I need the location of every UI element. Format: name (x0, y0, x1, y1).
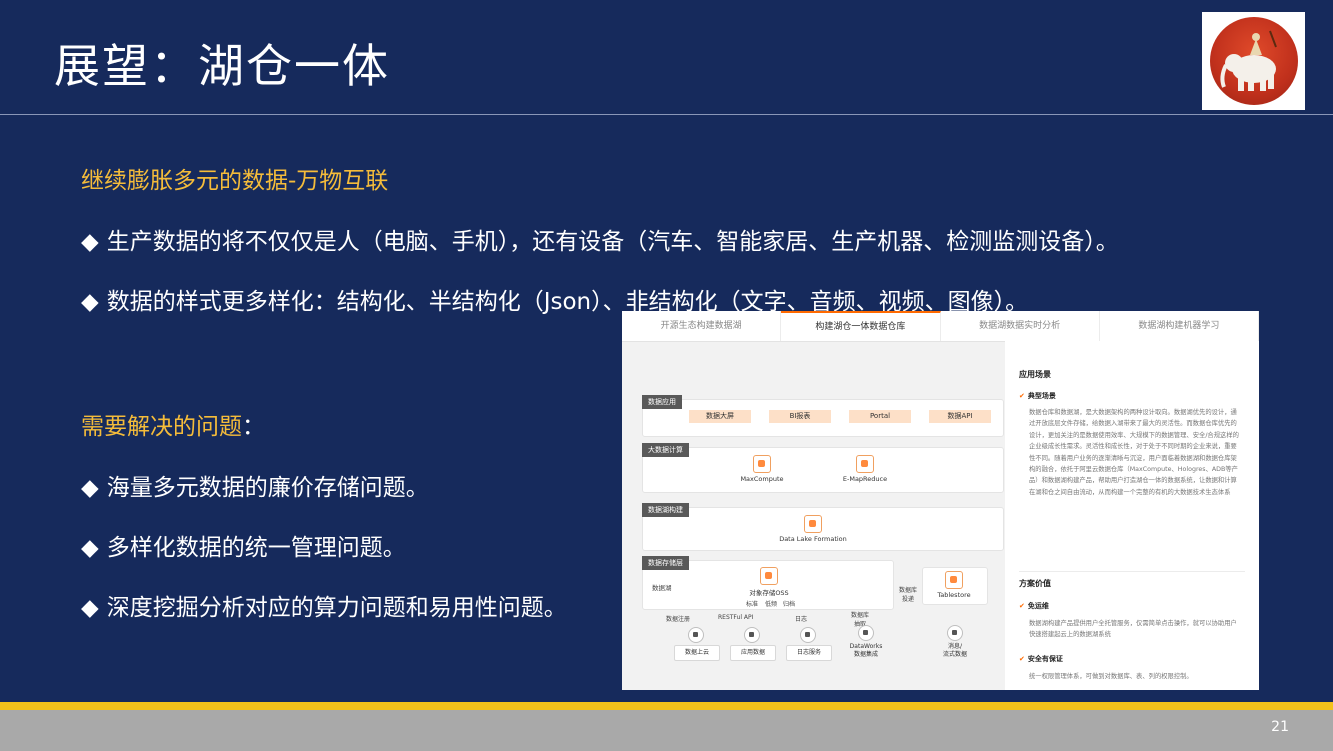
ingest-label: RESTFul API (718, 614, 754, 621)
subsection-title: ✔ 安全有保证 (1019, 654, 1063, 664)
node-label: E-MapReduce (842, 475, 888, 483)
heading-problems-text: 需要解决的问题 (81, 414, 242, 440)
diamond-bullet-icon: ◆ (81, 289, 99, 315)
node-label: Tablestore (937, 591, 971, 599)
slide-title: 展望：湖仓一体 (54, 39, 390, 93)
source-label: 日志服务 (786, 645, 832, 661)
layer-tag: 数据湖构建 (642, 503, 689, 517)
source-cloud-upload: 数据上云 (674, 627, 720, 661)
heading-data-growth: 继续膨胀多元的数据-万物互联 (81, 168, 389, 194)
bullet-text: 多样化数据的统一管理问题。 (106, 535, 406, 561)
database-icon (744, 627, 760, 643)
dlf-node: Data Lake Formation (772, 515, 854, 543)
title-divider (0, 114, 1333, 115)
source-log-service: 日志服务 (786, 627, 832, 661)
tab-lakehouse[interactable]: 构建湖仓一体数据仓库 (781, 311, 941, 341)
oss-icon (760, 567, 778, 585)
cloud-upload-icon (688, 627, 704, 643)
source-label: 应用数据 (730, 645, 776, 661)
node-label: Data Lake Formation (779, 535, 847, 543)
footer-accent-bar (0, 702, 1333, 710)
subsection-label: 典型场景 (1027, 392, 1056, 400)
architecture-diagram: 数据应用 数据大屏 BI报表 Portal 数据API 大数据计算 MaxCom… (632, 355, 1004, 685)
source-app-data: 应用数据 (730, 627, 776, 661)
logo (1202, 12, 1305, 110)
section-title: 方案价值 (1019, 579, 1051, 588)
bullet-item: ◆ 生产数据的将不仅仅是人（电脑、手机），还有设备（汽车、智能家居、生产机器、检测… (81, 222, 1119, 256)
source-label: 消息/ 流式数据 (942, 643, 967, 658)
tablestore-node: Tablestore (924, 571, 984, 599)
layer-tag: 大数据计算 (642, 443, 689, 457)
app-chip: Portal (849, 410, 911, 423)
heading-colon: ： (242, 414, 265, 440)
oss-node: 对象存储OSS (742, 567, 796, 597)
source-label: DataWorks 数据集成 (849, 643, 883, 658)
emapreduce-node: E-MapReduce (835, 455, 895, 483)
divider (1019, 571, 1245, 572)
storage-lake-label: 数据湖 (652, 584, 672, 592)
bullet-text: 海量多元数据的廉价存储问题。 (106, 475, 429, 501)
log-icon (800, 627, 816, 643)
elephant-icon (1220, 30, 1277, 91)
dlf-icon (804, 515, 822, 533)
subsection-label: 免运维 (1027, 602, 1049, 610)
diamond-bullet-icon: ◆ (81, 535, 99, 561)
bullet-item: ◆ 海量多元数据的廉价存储问题。 (81, 468, 429, 502)
app-chip: BI报表 (769, 410, 831, 423)
check-icon: ✔ (1019, 602, 1025, 610)
layer-tag: 数据存储层 (642, 556, 689, 570)
tab-bar: 开源生态构建数据湖 构建湖仓一体数据仓库 数据湖数据实时分析 数据湖构建机器学习 (622, 311, 1259, 342)
subsection-body: 统一权限管理体系，可做到对数据库、表、列的权限控制。 (1029, 673, 1193, 680)
dataworks-icon (858, 625, 874, 641)
check-icon: ✔ (1019, 655, 1025, 663)
bullet-text: 生产数据的将不仅仅是人（电脑、手机），还有设备（汽车、智能家居、生产机器、检测监… (106, 229, 1119, 255)
diamond-bullet-icon: ◆ (81, 229, 99, 255)
subsection-label: 安全有保证 (1027, 655, 1063, 663)
tab-machine-learning[interactable]: 数据湖构建机器学习 (1100, 311, 1259, 341)
tab-open-source-lake[interactable]: 开源生态构建数据湖 (622, 311, 782, 341)
ingest-label: 日志 (795, 616, 808, 623)
maxcompute-node: MaxCompute (732, 455, 792, 483)
diamond-bullet-icon: ◆ (81, 475, 99, 501)
diamond-bullet-icon: ◆ (81, 595, 99, 621)
oss-tier: 低频 (765, 601, 778, 608)
node-label: MaxCompute (740, 475, 784, 483)
emapreduce-icon (856, 455, 874, 473)
scenario-panel: 应用场景 ✔ 典型场景 数据仓库和数据湖，是大数据架构的两种设计取向。数据湖优先的… (1005, 341, 1259, 690)
bullet-item: ◆ 多样化数据的统一管理问题。 (81, 528, 406, 562)
source-dataworks: DataWorks 数据集成 (844, 625, 888, 659)
section-title: 应用场景 (1019, 370, 1051, 379)
layer-compute (642, 447, 1004, 493)
bullet-item: ◆ 深度挖掘分析对应的算力问题和易用性问题。 (81, 588, 567, 622)
bullet-text: 深度挖掘分析对应的算力问题和易用性问题。 (106, 595, 567, 621)
subsection-title: ✔ 典型场景 (1019, 391, 1056, 401)
source-label: 数据上云 (674, 645, 720, 661)
db-delivery-label: 数据库 投递 (899, 587, 918, 603)
layer-tag: 数据应用 (642, 395, 682, 409)
tab-realtime-analysis[interactable]: 数据湖数据实时分析 (941, 311, 1100, 341)
maxcompute-icon (753, 455, 771, 473)
ingest-label: 数据注册 (666, 616, 691, 623)
footer-bar (0, 710, 1333, 751)
oss-tier: 归档 (783, 601, 796, 608)
slide: 展望：湖仓一体 继续膨胀多元的数据-万物互联 ◆ 生产数据的将不仅仅是人（电脑、手… (0, 0, 1333, 751)
node-label: 对象存储OSS (749, 589, 789, 597)
source-stream: 消息/ 流式数据 (933, 625, 977, 659)
subsection-body: 数据仓库和数据湖，是大数据架构的两种设计取向。数据湖优先的设计，通过开放底层文件… (1029, 409, 1239, 496)
subsection-body: 数据湖构建产品提供用户全托管服务，仅需简单点击操作，就可以协助用户快速搭建起云上… (1029, 620, 1237, 639)
app-chip: 数据API (929, 410, 991, 423)
message-icon (947, 625, 963, 641)
app-chip: 数据大屏 (689, 410, 751, 423)
page-number: 21 (1271, 719, 1289, 735)
tablestore-icon (945, 571, 963, 589)
embedded-screenshot: 开源生态构建数据湖 构建湖仓一体数据仓库 数据湖数据实时分析 数据湖构建机器学习… (622, 311, 1259, 690)
oss-tier: 标准 (746, 601, 759, 608)
check-icon: ✔ (1019, 392, 1025, 400)
subsection-title: ✔ 免运维 (1019, 601, 1049, 611)
heading-problems: 需要解决的问题： (81, 407, 265, 441)
